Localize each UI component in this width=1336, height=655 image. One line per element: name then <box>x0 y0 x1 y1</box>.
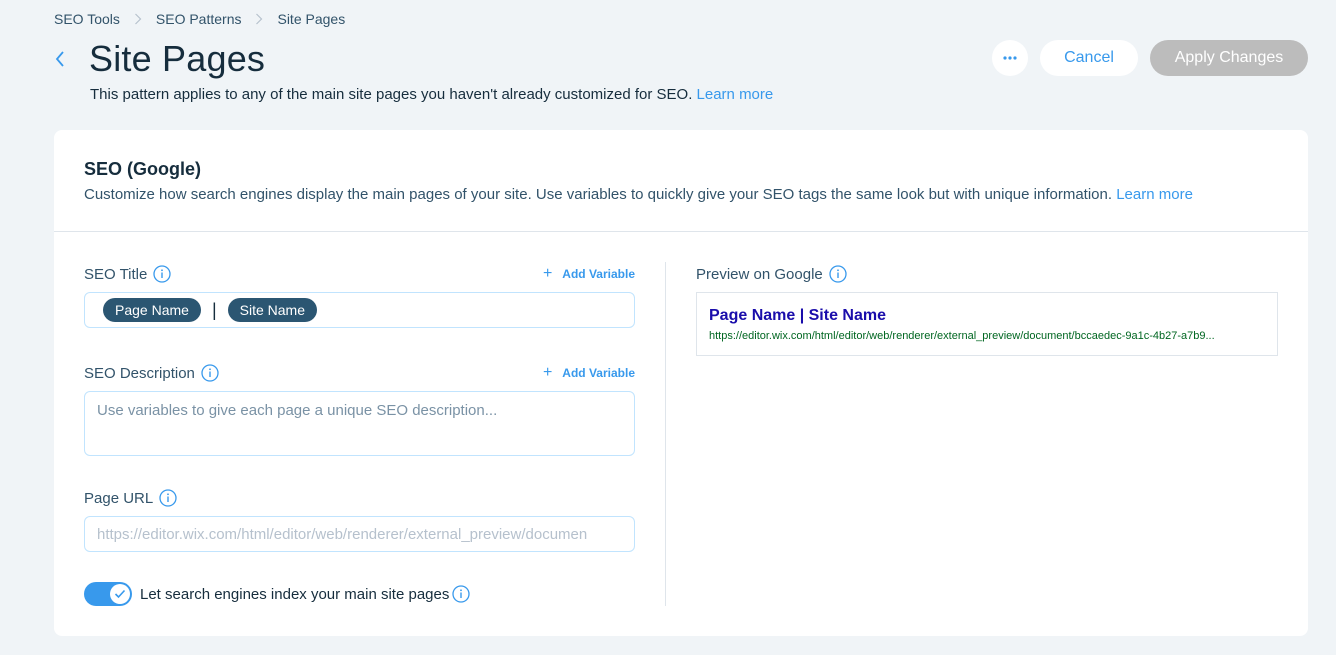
settings-column: SEO Title + Add Variable Page Name | Sit… <box>84 262 635 606</box>
cancel-button[interactable]: Cancel <box>1040 40 1138 76</box>
info-icon[interactable] <box>153 265 172 283</box>
index-toggle-label: Let search engines index your main site … <box>140 585 450 603</box>
seo-description-label-row: SEO Description + Add Variable <box>84 361 635 385</box>
breadcrumb: SEO Tools SEO Patterns Site Pages <box>54 11 345 27</box>
index-toggle[interactable] <box>84 582 132 606</box>
card-title: SEO (Google) <box>84 159 201 179</box>
page-url-label-row: Page URL <box>84 486 635 510</box>
seo-settings-card: SEO (Google) Customize how search engine… <box>54 130 1308 636</box>
index-toggle-row: Let search engines index your main site … <box>84 582 635 606</box>
page-subtitle-text: This pattern applies to any of the main … <box>90 86 693 103</box>
variable-chip-site-name[interactable]: Site Name <box>227 298 317 322</box>
card-header: SEO (Google) Customize how search engine… <box>54 130 1308 232</box>
card-learn-more-link[interactable]: Learn more <box>1116 186 1193 203</box>
plus-icon: + <box>542 364 553 381</box>
more-icon <box>1003 56 1017 60</box>
seo-title-input[interactable]: Page Name | Site Name <box>84 292 635 328</box>
chevron-left-icon <box>55 51 64 67</box>
breadcrumb-item-seo-tools[interactable]: SEO Tools <box>54 11 120 27</box>
info-icon[interactable] <box>201 364 219 382</box>
seo-description-label: SEO Description <box>84 364 219 382</box>
seo-pattern-page: SEO Tools SEO Patterns Site Pages Site P… <box>0 0 1336 655</box>
plus-icon: + <box>542 265 553 282</box>
learn-more-link[interactable]: Learn more <box>697 86 774 103</box>
page-url-label: Page URL <box>84 489 177 507</box>
chevron-right-icon <box>255 13 263 25</box>
add-variable-label: Add Variable <box>562 267 635 281</box>
preview-column: Preview on Google Page Name | Site Name … <box>696 262 1278 356</box>
info-icon[interactable] <box>829 265 847 283</box>
add-variable-label: Add Variable <box>562 366 635 380</box>
seo-title-add-variable-button[interactable]: + Add Variable <box>543 266 635 282</box>
info-icon[interactable] <box>159 489 177 507</box>
breadcrumb-item-seo-patterns[interactable]: SEO Patterns <box>156 11 242 27</box>
checkmark-icon <box>114 589 126 599</box>
page-subtitle: This pattern applies to any of the main … <box>90 86 773 103</box>
card-description: Customize how search engines display the… <box>84 186 1193 203</box>
title-separator: | <box>211 300 217 320</box>
preview-label: Preview on Google <box>696 262 1278 286</box>
apply-changes-button[interactable]: Apply Changes <box>1150 40 1308 76</box>
seo-title-label: SEO Title <box>84 265 172 283</box>
page-url-label-text: Page URL <box>84 489 154 507</box>
info-icon[interactable] <box>452 585 471 603</box>
seo-description-add-variable-button[interactable]: + Add Variable <box>543 365 635 381</box>
google-preview-box: Page Name | Site Name https://editor.wix… <box>696 292 1278 356</box>
chevron-right-icon <box>134 13 142 25</box>
toggle-knob <box>110 584 130 604</box>
page-title: Site Pages <box>89 38 266 79</box>
header-actions: Cancel Apply Changes <box>992 40 1308 76</box>
preview-label-text: Preview on Google <box>696 265 823 283</box>
seo-description-input[interactable]: Use variables to give each page a unique… <box>84 391 635 456</box>
column-divider <box>665 262 666 606</box>
preview-title: Page Name | Site Name <box>709 307 886 324</box>
card-description-text: Customize how search engines display the… <box>84 186 1113 203</box>
preview-url: https://editor.wix.com/html/editor/web/r… <box>709 330 1215 342</box>
more-actions-button[interactable] <box>992 40 1028 76</box>
seo-description-label-text: SEO Description <box>84 364 195 382</box>
variable-chip-page-name[interactable]: Page Name <box>103 298 201 322</box>
back-button[interactable] <box>52 49 68 69</box>
breadcrumb-item-site-pages: Site Pages <box>277 11 346 27</box>
page-url-input[interactable]: https://editor.wix.com/html/editor/web/r… <box>84 516 635 552</box>
seo-title-label-row: SEO Title + Add Variable <box>84 262 635 286</box>
seo-title-label-text: SEO Title <box>84 265 148 283</box>
